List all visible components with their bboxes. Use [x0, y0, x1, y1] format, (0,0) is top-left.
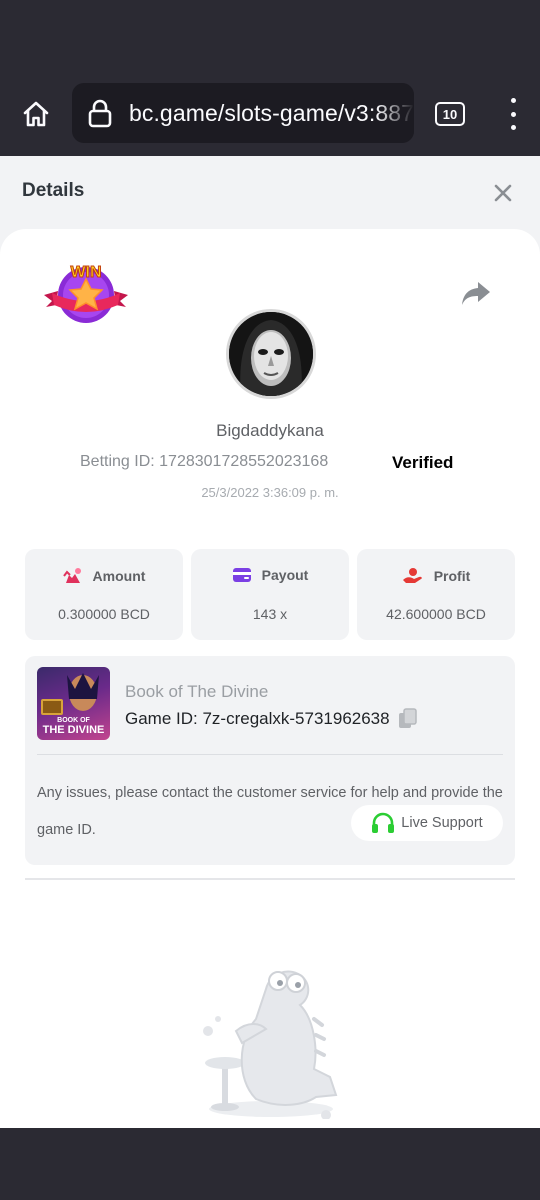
- browser-toolbar: bc.game/slots-game/v3:887 10: [0, 70, 540, 156]
- thumb-line2: THE DIVINE: [42, 723, 105, 736]
- copy-icon[interactable]: [398, 708, 418, 730]
- headset-icon: [372, 812, 395, 833]
- bet-datetime: 25/3/2022 3:36:09 p. m.: [201, 485, 339, 500]
- live-support-label: Live Support: [401, 815, 483, 831]
- menu-dot: [510, 125, 516, 130]
- share-icon[interactable]: [460, 279, 492, 307]
- stat-profit-head: Profit: [357, 567, 515, 585]
- home-button[interactable]: [14, 92, 58, 136]
- bet-card: WIN Bigdaddykana Betting ID: 17283017285…: [0, 229, 540, 1128]
- win-badge-text: WIN: [70, 264, 101, 281]
- stat-profit: Profit 42.600000 BCD: [357, 549, 515, 640]
- stat-amount-value: 0.300000 BCD: [58, 606, 150, 622]
- url-fade: [376, 83, 414, 143]
- username: Bigdaddykana: [216, 421, 324, 440]
- game-id-row: Game ID: 7z-cregalxk-5731962638: [125, 708, 418, 730]
- close-icon: [494, 184, 512, 202]
- stat-payout-value: 143 x: [252, 606, 288, 622]
- close-button[interactable]: [488, 178, 518, 208]
- stat-profit-value: 42.600000 BCD: [386, 606, 486, 622]
- stat-amount-label: Amount: [92, 568, 146, 584]
- stat-amount-head: Amount: [25, 567, 183, 585]
- menu-dot: [510, 111, 516, 117]
- divider: [37, 754, 503, 755]
- game-thumbnail-title: BOOK OF THE DIVINE: [37, 717, 110, 736]
- amount-icon: [62, 568, 81, 583]
- game-name[interactable]: Book of The Divine: [125, 682, 268, 702]
- home-icon: [23, 101, 49, 127]
- tabs-button[interactable]: 10: [435, 102, 465, 126]
- game-thumbnail[interactable]: BOOK OF THE DIVINE: [37, 667, 110, 740]
- url-text[interactable]: bc.game/slots-game/v3:887: [129, 100, 414, 127]
- live-support-button[interactable]: Live Support: [351, 805, 503, 841]
- url-bar[interactable]: bc.game/slots-game/v3:887: [72, 83, 414, 143]
- betting-id: Betting ID: 1728301728552023168: [80, 453, 329, 470]
- mascot-illustration: [203, 970, 338, 1119]
- game-id: Game ID: 7z-cregalxk-5731962638: [125, 709, 390, 728]
- navigation-bar: [0, 1128, 540, 1200]
- profit-icon: [402, 568, 422, 583]
- lock-icon[interactable]: [72, 83, 129, 143]
- payout-icon: [232, 568, 251, 582]
- stat-payout-head: Payout: [191, 567, 349, 583]
- stat-profit-label: Profit: [433, 568, 471, 584]
- verified-link[interactable]: Verified: [392, 453, 453, 473]
- stat-amount: Amount 0.300000 BCD: [25, 549, 183, 640]
- game-info-box: BOOK OF THE DIVINE Book of The Divine Ga…: [25, 656, 515, 865]
- status-bar: [0, 0, 540, 70]
- avatar: [226, 309, 316, 399]
- sheet-title: Details: [22, 180, 85, 201]
- section-divider: [25, 878, 515, 880]
- stat-payout: Payout 143 x: [191, 549, 349, 640]
- menu-button[interactable]: [498, 96, 528, 132]
- details-sheet: Details WIN Bigdaddykana Betting ID: 172…: [0, 156, 540, 1128]
- win-badge-icon: WIN: [44, 264, 128, 323]
- menu-dot: [510, 98, 516, 103]
- stat-payout-label: Payout: [261, 567, 309, 583]
